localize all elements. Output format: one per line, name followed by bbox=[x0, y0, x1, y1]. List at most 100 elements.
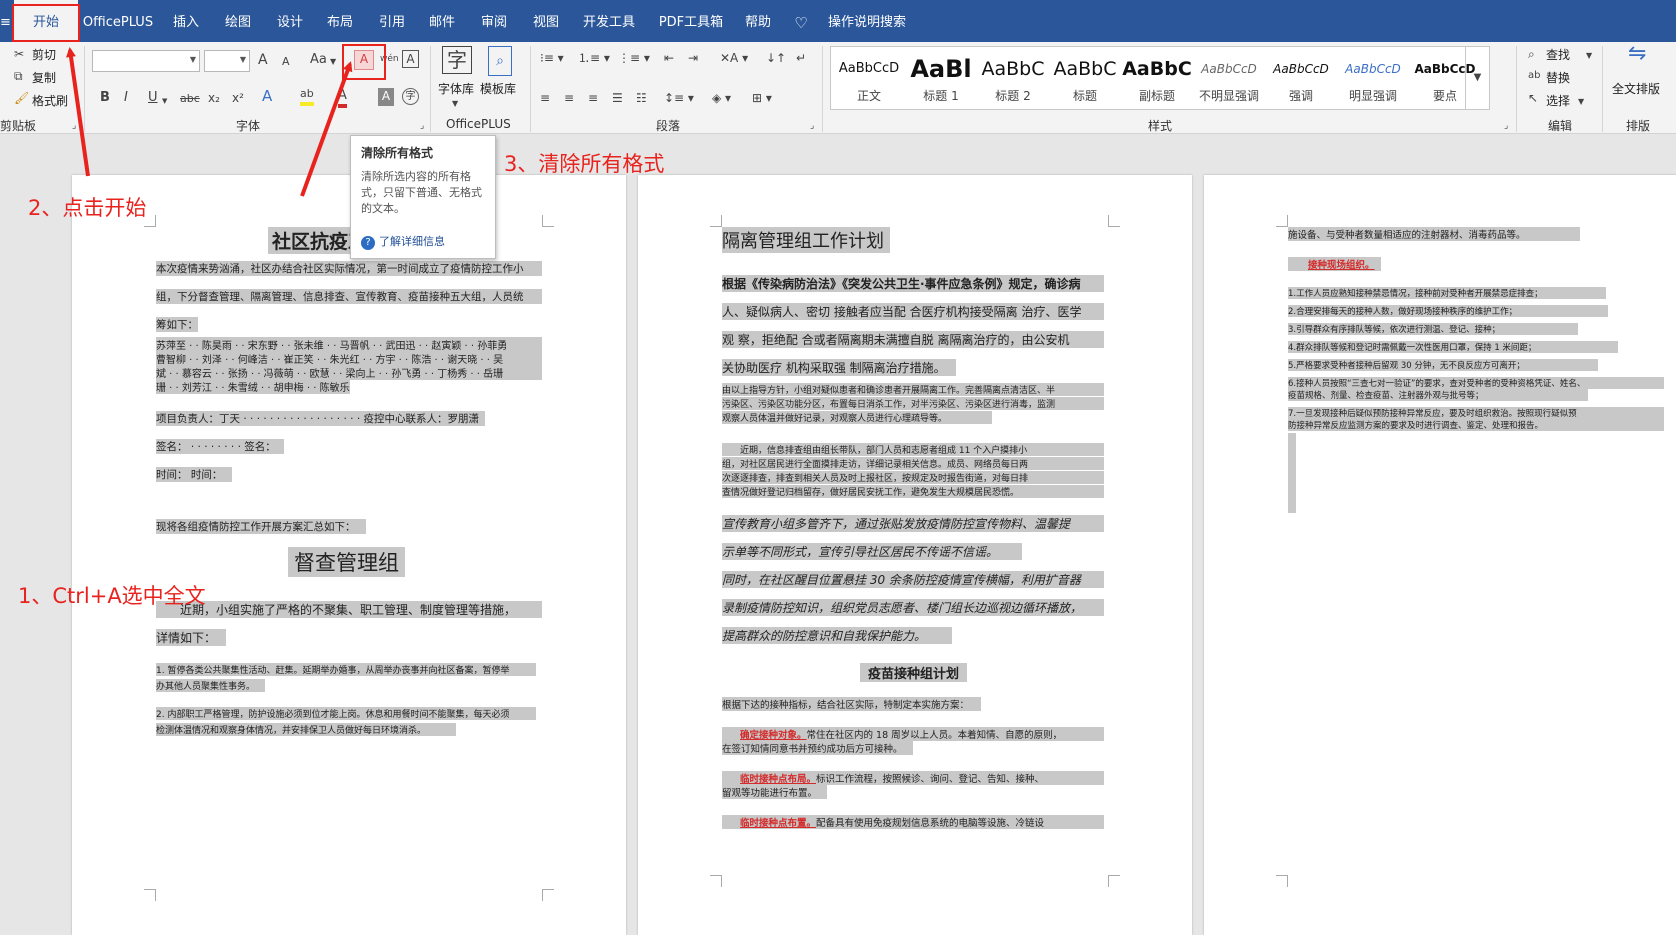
clipboard-launcher-icon[interactable]: ⌟ bbox=[72, 118, 76, 134]
corner-mark bbox=[1108, 875, 1120, 887]
full-layout-button[interactable]: 全文排版 bbox=[1612, 80, 1660, 97]
align-center-icon[interactable]: ≡ bbox=[564, 90, 574, 106]
help-icon: ? bbox=[361, 236, 375, 250]
body-line: 同时，在社区醒目位置悬挂 30 余条防控疫情宣传横幅，利用扩音器 bbox=[722, 571, 1104, 588]
body-line: 临时接种点布置。配备具有使用免疫规划信息系统的电脑等设施、冷链设 bbox=[722, 815, 1104, 829]
full-layout-icon[interactable]: ⇋ bbox=[1628, 43, 1646, 65]
italic-button[interactable]: I bbox=[124, 90, 128, 106]
tab-developer[interactable]: 开发工具 bbox=[578, 0, 640, 42]
style-emphasis[interactable]: AaBbCcD 强调 bbox=[1265, 47, 1337, 109]
font-size-combo[interactable]: ▼ bbox=[204, 50, 250, 72]
underline-button[interactable]: U bbox=[148, 90, 158, 106]
shrink-font-icon[interactable]: A bbox=[282, 54, 290, 70]
scissors-icon: ✂ bbox=[14, 47, 25, 61]
paragraph-launcher-icon[interactable]: ⌟ bbox=[810, 118, 814, 134]
multilevel-list-icon[interactable]: ⋮≡ ▾ bbox=[618, 50, 650, 66]
shading-icon[interactable]: ◈ ▾ bbox=[712, 90, 731, 106]
tell-me-search[interactable]: 操作说明搜索 bbox=[822, 0, 912, 42]
style-normal[interactable]: AaBbCcD 正文 bbox=[833, 47, 905, 109]
chevron-down-icon[interactable]: ▼ bbox=[1586, 48, 1592, 64]
template-library-icon[interactable]: ⌕ bbox=[488, 46, 512, 76]
style-heading-1[interactable]: AaBl 标题 1 bbox=[905, 47, 977, 109]
style-name: 明显强调 bbox=[1348, 89, 1397, 103]
text-effects-icon[interactable]: A bbox=[262, 88, 272, 104]
chevron-down-icon[interactable]: ▼ bbox=[162, 93, 167, 109]
body-text: 配备具有使用免疫规划信息系统的电脑等设施、冷链设 bbox=[816, 818, 1045, 829]
justify-icon[interactable]: ☰ bbox=[612, 90, 623, 106]
chevron-down-icon[interactable]: ▼ bbox=[452, 96, 458, 112]
decrease-indent-icon[interactable]: ⇤ bbox=[664, 50, 674, 66]
tab-officeplus[interactable]: OfficePLUS bbox=[82, 0, 154, 42]
tab-draw[interactable]: 绘图 bbox=[220, 0, 256, 42]
font-name-combo[interactable]: ▼ bbox=[92, 50, 200, 72]
document-page-3[interactable]: 施设备、与受种者数量相适应的注射器材、消毒药品等。 接种现场组织。 1.工作人员… bbox=[1204, 175, 1676, 935]
numbering-icon[interactable]: ⒈≡ ▾ bbox=[578, 50, 610, 66]
font-library-button[interactable]: 字体库 bbox=[438, 80, 474, 97]
style-preview: AaBbC bbox=[1053, 58, 1117, 80]
distributed-icon[interactable]: ☷ bbox=[636, 90, 647, 106]
tab-design[interactable]: 设计 bbox=[272, 0, 308, 42]
character-shading-icon[interactable]: A bbox=[378, 88, 394, 106]
learn-more-text: 了解详细信息 bbox=[379, 235, 445, 248]
tab-view[interactable]: 视图 bbox=[528, 0, 564, 42]
template-library-button[interactable]: 模板库 bbox=[480, 80, 516, 97]
font-library-icon[interactable]: 字 bbox=[442, 46, 472, 74]
bold-button[interactable]: B bbox=[100, 90, 110, 106]
tab-pdf-toolbox[interactable]: PDF工具箱 bbox=[654, 0, 728, 42]
copy-button[interactable]: 复制 bbox=[32, 69, 56, 86]
borders-icon[interactable]: ⊞ ▾ bbox=[752, 90, 772, 106]
chevron-down-icon[interactable]: ▼ bbox=[1578, 94, 1584, 110]
chinese-layout-icon[interactable]: ✕A ▾ bbox=[720, 50, 748, 66]
style-intense-emphasis[interactable]: AaBbCcD 明显强调 bbox=[1337, 47, 1409, 109]
format-painter-button[interactable]: 格式刷 bbox=[32, 92, 68, 109]
names-line: 曹智柳 · · 刘泽 · · 何峰洁 · · 崔正笑 · · 朱光红 · · 方… bbox=[156, 351, 542, 366]
style-title[interactable]: AaBbC 标题 bbox=[1049, 47, 1121, 109]
underlined-heading: 临时接种点布局。 bbox=[740, 774, 817, 785]
tab-help[interactable]: 帮助 bbox=[740, 0, 776, 42]
strikethrough-button[interactable]: abc bbox=[180, 91, 200, 107]
font-launcher-icon[interactable]: ⌟ bbox=[420, 118, 424, 134]
body-line: 组，对社区居民进行全面摸排走访，详细记录相关信息。成员、网络员每日两 bbox=[722, 457, 1104, 470]
tab-references[interactable]: 引用 bbox=[374, 0, 410, 42]
document-page-1[interactable]: 社区抗疫工作手册 本次疫情来势汹涌，社区办结合社区实际情况，第一时间成立了疫情防… bbox=[72, 175, 626, 935]
document-page-2[interactable]: 隔离管理组工作计划 根据《传染病防治法》《突发公共卫生·事件应急条例》规定，确诊… bbox=[638, 175, 1192, 935]
select-button[interactable]: 选择 bbox=[1546, 92, 1570, 109]
align-left-icon[interactable]: ≡ bbox=[540, 90, 550, 106]
replace-button[interactable]: 替换 bbox=[1546, 69, 1570, 86]
style-preview: AaBl bbox=[910, 57, 972, 81]
names-line: 珊 · · 刘芳江 · · 朱雪绒 · · 胡申梅 · · 陈敏乐 bbox=[156, 379, 350, 394]
style-heading-2[interactable]: AaBbC 标题 2 bbox=[977, 47, 1049, 109]
separator bbox=[430, 46, 431, 132]
show-marks-icon[interactable]: ↵ bbox=[796, 50, 806, 66]
style-subtle-emphasis[interactable]: AaBbCcD 不明显强调 bbox=[1193, 47, 1265, 109]
increase-indent-icon[interactable]: ⇥ bbox=[688, 50, 698, 66]
style-name: 正文 bbox=[856, 89, 881, 103]
font-color-icon[interactable]: A bbox=[338, 88, 347, 108]
gallery-more-icon[interactable]: ▼ bbox=[1465, 47, 1489, 109]
find-button[interactable]: 查找 bbox=[1546, 46, 1570, 63]
line-spacing-icon[interactable]: ↕≡ ▾ bbox=[664, 90, 694, 106]
tab-layout[interactable]: 布局 bbox=[322, 0, 358, 42]
tab-mailings[interactable]: 邮件 bbox=[424, 0, 460, 42]
quick-access-overflow-icon[interactable]: ≡ bbox=[0, 0, 11, 42]
cut-button[interactable]: 剪切 bbox=[32, 46, 56, 63]
align-right-icon[interactable]: ≡ bbox=[588, 90, 598, 106]
change-case-button[interactable]: Aa bbox=[310, 52, 327, 68]
list-item: 5.严格要求受种者接种后留观 30 分钟，无不良反应方可离开； bbox=[1288, 359, 1598, 371]
time-line: 时间： 时间： bbox=[156, 467, 233, 482]
bullets-icon[interactable]: ⁝≡ ▾ bbox=[540, 50, 564, 66]
sort-icon[interactable]: ↓↑ bbox=[766, 50, 786, 66]
tab-review[interactable]: 审阅 bbox=[476, 0, 512, 42]
grow-font-icon[interactable]: A bbox=[258, 52, 268, 68]
learn-more-link[interactable]: ? 了解详细信息 bbox=[361, 233, 445, 250]
highlight-icon[interactable]: ab bbox=[300, 86, 314, 106]
superscript-button[interactable]: x² bbox=[232, 90, 244, 106]
styles-launcher-icon[interactable]: ⌟ bbox=[1504, 118, 1508, 134]
enclose-characters-icon[interactable]: 字 bbox=[402, 88, 419, 105]
tab-insert[interactable]: 插入 bbox=[168, 0, 204, 42]
chevron-down-icon[interactable]: ▼ bbox=[330, 54, 336, 70]
character-border-icon[interactable]: A bbox=[402, 50, 419, 68]
subscript-button[interactable]: x₂ bbox=[208, 90, 220, 106]
style-subtitle[interactable]: AaBbC 副标题 bbox=[1121, 47, 1193, 109]
separator bbox=[1602, 46, 1603, 132]
